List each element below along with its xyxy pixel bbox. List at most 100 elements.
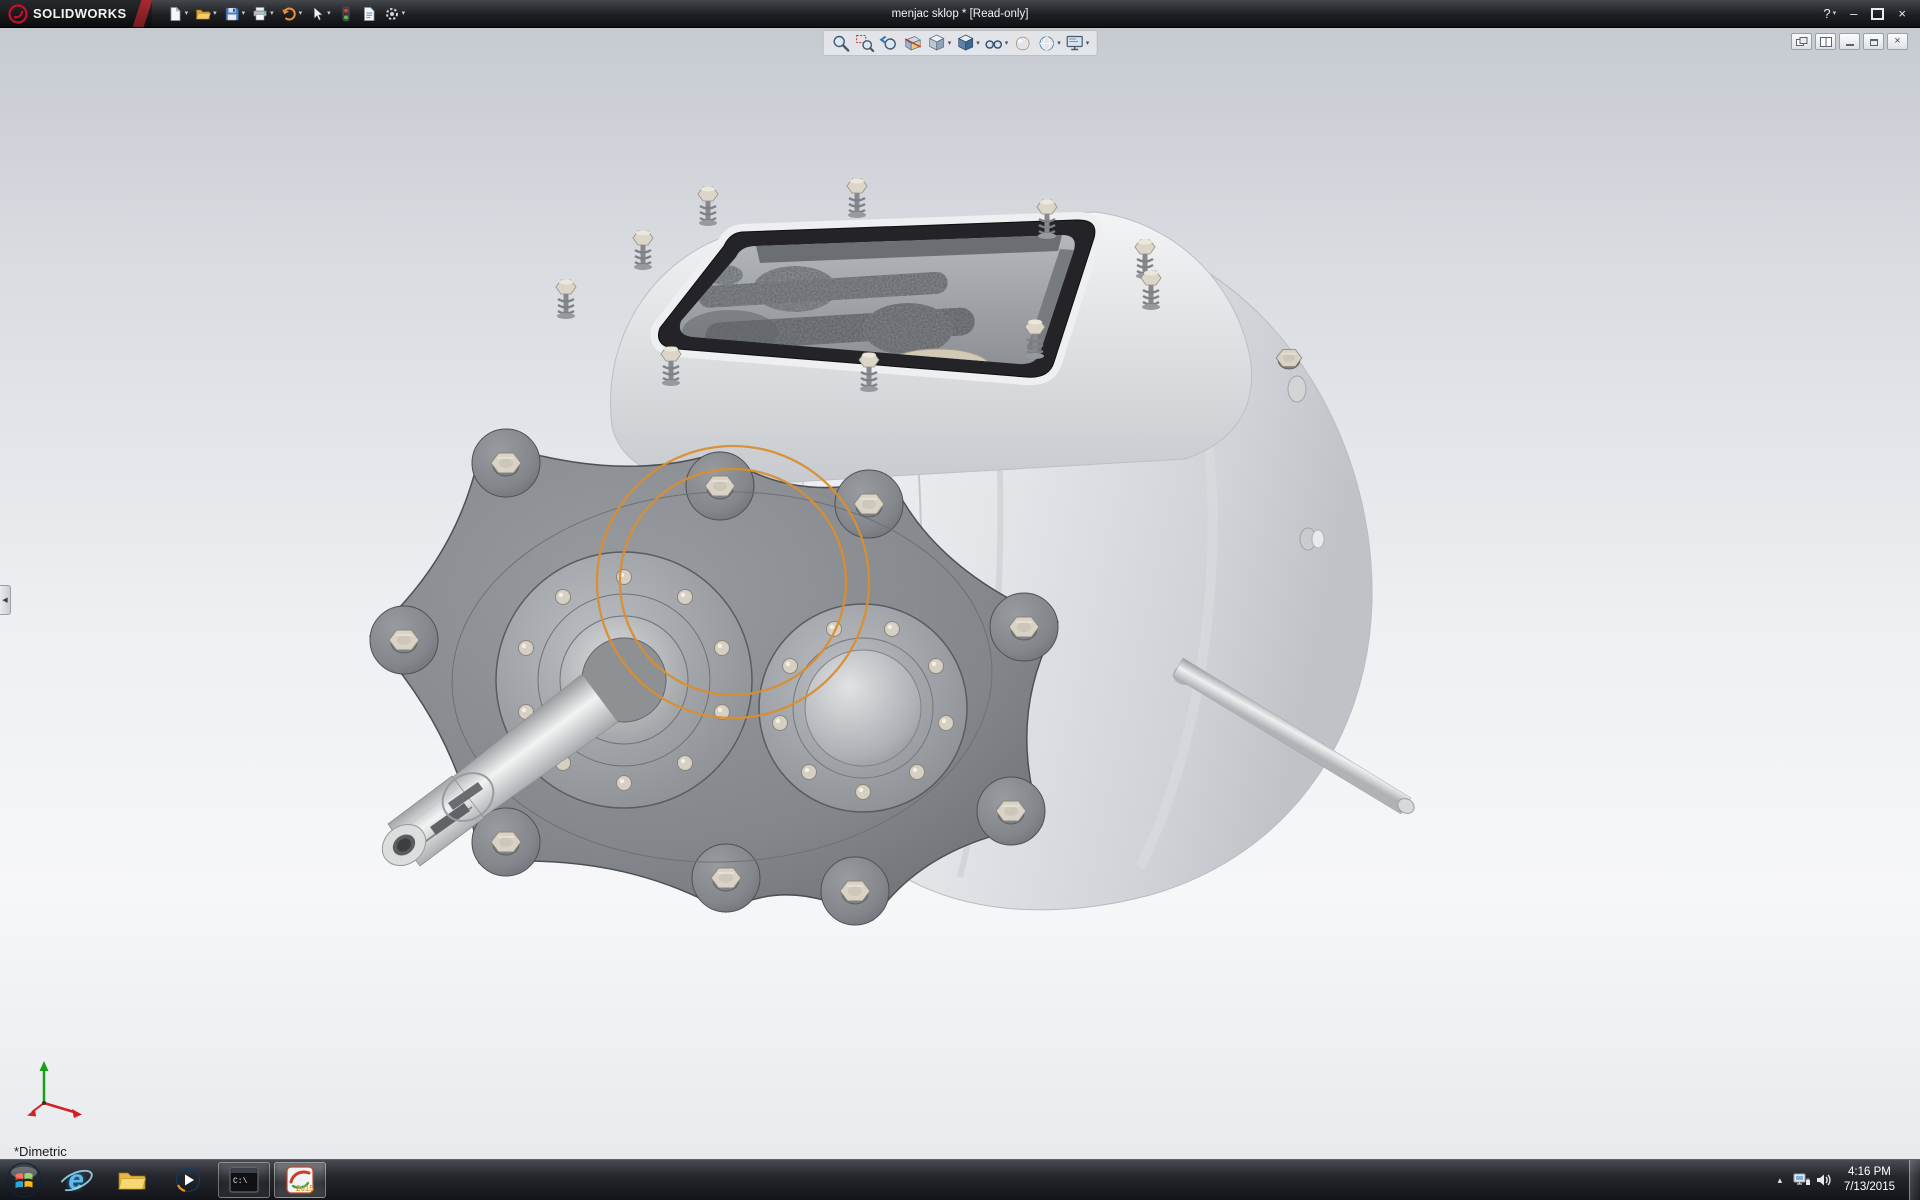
restore-document-button[interactable] — [1863, 33, 1884, 50]
tile-windows-button[interactable] — [1815, 33, 1836, 50]
chevron-down-icon[interactable]: ▾ — [1057, 40, 1061, 47]
display-style-button[interactable]: ▾ — [954, 32, 981, 54]
clock-date: 7/13/2015 — [1844, 1180, 1895, 1195]
clock-time: 4:16 PM — [1848, 1165, 1891, 1180]
taskbar-media-player[interactable] — [162, 1162, 214, 1198]
titlebar: SOLIDWORKS ▾ ▾ ▾ ▾ ▾ ▾ ▾ menjac sklop * … — [0, 0, 1920, 28]
dassault-logo-icon — [8, 4, 28, 24]
brand-text: SOLIDWORKS — [33, 6, 127, 21]
solidworks-badge: 2015 — [296, 1184, 314, 1193]
select-button[interactable]: ▾ — [306, 4, 334, 24]
chevron-down-icon[interactable]: ▾ — [270, 10, 274, 17]
apply-scene-button[interactable]: ▾ — [1035, 32, 1062, 54]
taskbar-internet-explorer[interactable]: e — [50, 1162, 102, 1198]
appearance-ball-icon — [1012, 33, 1032, 53]
chevron-down-icon[interactable]: ▾ — [242, 10, 246, 17]
chevron-down-icon[interactable]: ▾ — [976, 40, 980, 47]
close-document-button[interactable]: × — [1887, 33, 1908, 50]
folder-icon — [117, 1168, 147, 1192]
file-properties-icon — [361, 6, 377, 22]
undo-button[interactable]: ▾ — [278, 4, 306, 24]
help-glyph: ? — [1823, 7, 1830, 20]
view-orientation-button[interactable]: ▾ — [926, 32, 953, 54]
volume-icon[interactable] — [1813, 1165, 1835, 1195]
hide-show-items-button[interactable]: ▾ — [983, 32, 1010, 54]
options-gear-icon — [384, 6, 400, 22]
previous-view-icon — [879, 33, 899, 53]
internet-explorer-icon: e — [68, 1166, 84, 1194]
new-document-icon — [167, 6, 183, 22]
restore-button[interactable] — [1865, 6, 1890, 22]
chevron-down-icon[interactable]: ▾ — [402, 10, 406, 17]
command-prompt-glyph: C:\ — [233, 1177, 248, 1186]
view-settings-icon — [1065, 33, 1085, 53]
orientation-label: *Dimetric — [14, 1144, 67, 1159]
show-desktop-button[interactable] — [1909, 1160, 1920, 1200]
tile-icon — [1820, 37, 1832, 47]
solidworks-icon: 2015 — [285, 1166, 315, 1194]
chevron-down-icon: ▾ — [1833, 10, 1837, 17]
undo-arrow-icon — [281, 6, 297, 22]
chevron-down-icon[interactable]: ▾ — [299, 10, 303, 17]
taskbar-items: e C:\ — [48, 1160, 328, 1200]
view-settings-button[interactable]: ▾ — [1064, 32, 1091, 54]
graphics-area[interactable]: ▾ ▾ ▾ ▾ ▾ × ◀ *Dimetric — [0, 27, 1920, 1160]
printer-icon — [252, 6, 268, 22]
cursor-icon — [309, 6, 325, 22]
rebuild-button[interactable] — [335, 4, 357, 24]
zoom-to-fit-button[interactable] — [830, 32, 852, 54]
save-button[interactable]: ▾ — [221, 4, 249, 24]
rebuild-stoplight-icon — [338, 6, 354, 22]
quick-access-toolbar: ▾ ▾ ▾ ▾ ▾ ▾ ▾ — [152, 4, 409, 24]
options-button[interactable]: ▾ — [381, 4, 409, 24]
command-prompt-icon: C:\ — [229, 1167, 259, 1193]
minimize-button[interactable]: – — [1844, 5, 1863, 22]
chevron-down-icon[interactable]: ▾ — [1005, 40, 1009, 47]
minimize-icon — [1844, 37, 1856, 47]
save-floppy-icon — [224, 6, 240, 22]
media-player-icon — [174, 1166, 202, 1194]
edit-appearance-button[interactable] — [1011, 32, 1033, 54]
chevron-down-icon[interactable]: ▾ — [213, 10, 217, 17]
chevron-down-icon[interactable]: ▾ — [1086, 40, 1090, 47]
show-hidden-icons-button[interactable]: ▴ — [1769, 1165, 1791, 1195]
network-icon[interactable] — [1791, 1165, 1813, 1195]
taskbar-clock[interactable]: 4:16 PM 7/13/2015 — [1835, 1165, 1904, 1195]
eyeglasses-icon — [984, 33, 1004, 53]
scene-globe-icon — [1036, 33, 1056, 53]
brand-accent — [132, 0, 152, 27]
feature-manager-toggle[interactable]: ◀ — [0, 585, 11, 615]
taskbar: e C:\ — [0, 1159, 1920, 1200]
file-properties-button[interactable] — [358, 4, 380, 24]
previous-view-button[interactable] — [878, 32, 900, 54]
help-button[interactable]: ?▾ — [1817, 5, 1842, 22]
heads-up-toolbar: ▾ ▾ ▾ ▾ ▾ — [823, 30, 1098, 56]
cascade-icon — [1796, 37, 1808, 47]
model-canvas[interactable] — [0, 27, 1920, 1160]
solidworks-logo: SOLIDWORKS — [0, 0, 152, 27]
windows-start-icon — [5, 1161, 43, 1199]
open-button[interactable]: ▾ — [192, 4, 220, 24]
cascade-windows-button[interactable] — [1791, 33, 1812, 50]
zoom-to-fit-icon — [831, 33, 851, 53]
chevron-down-icon[interactable]: ▾ — [948, 40, 952, 47]
chevron-down-icon[interactable]: ▾ — [185, 10, 189, 17]
taskbar-solidworks[interactable]: 2015 — [274, 1162, 326, 1198]
secondary-shaft-boss[interactable] — [759, 604, 967, 812]
zoom-to-area-icon — [855, 33, 875, 53]
section-view-icon — [903, 33, 923, 53]
taskbar-command-prompt[interactable]: C:\ — [218, 1162, 270, 1198]
start-button[interactable] — [0, 1160, 48, 1200]
restore-icon — [1868, 37, 1880, 47]
new-button[interactable]: ▾ — [164, 4, 192, 24]
close-button[interactable]: × — [1892, 5, 1912, 22]
view-orientation-cube-icon — [927, 33, 947, 53]
open-folder-icon — [195, 6, 211, 22]
taskbar-windows-explorer[interactable] — [106, 1162, 158, 1198]
section-view-button[interactable] — [902, 32, 924, 54]
minimize-document-button[interactable] — [1839, 33, 1860, 50]
print-button[interactable]: ▾ — [249, 4, 277, 24]
system-tray: ▴ 4:16 PM 7/13/2015 — [1769, 1160, 1920, 1200]
zoom-to-area-button[interactable] — [854, 32, 876, 54]
chevron-down-icon[interactable]: ▾ — [327, 10, 331, 17]
